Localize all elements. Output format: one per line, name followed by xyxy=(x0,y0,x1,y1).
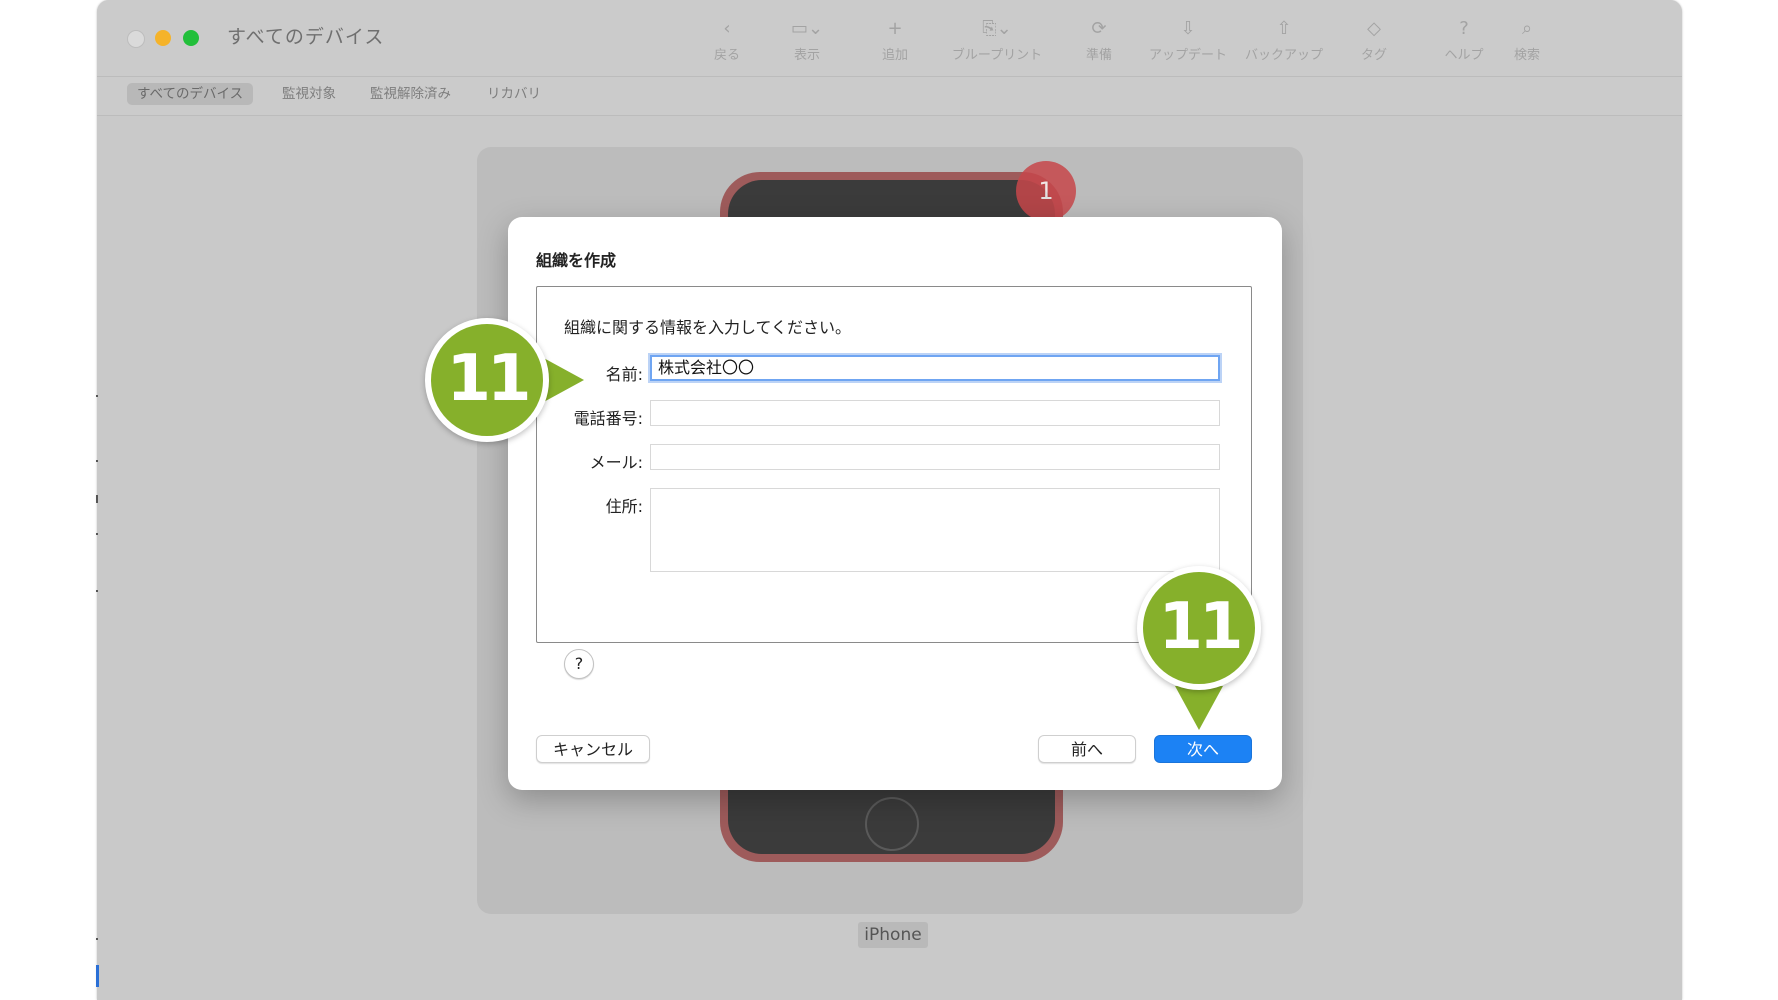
name-field[interactable]: 株式会社〇〇 xyxy=(650,355,1220,381)
window-title: すべてのデバイス xyxy=(227,26,385,48)
step-callout-name: 11 xyxy=(425,318,549,442)
tab-supervised[interactable]: 監視対象 xyxy=(272,83,346,105)
edge-mark xyxy=(96,495,98,503)
toolbar-add-button[interactable]: + 追加 xyxy=(873,16,917,63)
edge-mark xyxy=(96,533,98,535)
toolbar-blueprint-button[interactable]: ⎘⌄ ブループリント xyxy=(945,16,1049,63)
create-organization-dialog: 組織を作成 組織に関する情報を入力してください。 名前: 株式会社〇〇 電話番号… xyxy=(508,217,1282,790)
step-callout-next: 11 xyxy=(1137,566,1261,690)
edge-mark xyxy=(96,965,99,987)
zoom-window-button[interactable] xyxy=(183,30,199,46)
organization-form-panel: 組織に関する情報を入力してください。 名前: 株式会社〇〇 電話番号: メール:… xyxy=(536,286,1252,679)
dialog-title: 組織を作成 xyxy=(536,251,617,270)
title-bar: すべてのデバイス ‹ 戻る ▭⌄ 表示 + 追加 ⎘⌄ ブループリント ⟳ 準備… xyxy=(97,0,1682,76)
form-instruction: 組織に関する情報を入力してください。 xyxy=(564,318,852,337)
search-icon: ⌕ xyxy=(1521,18,1533,39)
toolbar-help-button[interactable]: ? ヘルプ xyxy=(1437,16,1491,63)
edge-mark xyxy=(96,395,98,397)
address-field[interactable] xyxy=(650,488,1220,572)
email-field[interactable] xyxy=(650,444,1220,470)
close-window-button[interactable] xyxy=(127,30,145,48)
toolbar-prepare-button[interactable]: ⟳ 準備 xyxy=(1077,16,1121,63)
toolbar-search-button[interactable]: ⌕ 検索 xyxy=(1505,16,1549,63)
toolbar-back-button[interactable]: ‹ 戻る xyxy=(705,16,749,63)
blueprint-icon: ⎘⌄ xyxy=(982,18,1012,39)
toolbar-view-button[interactable]: ▭⌄ 表示 xyxy=(777,16,837,63)
edge-mark xyxy=(96,938,98,940)
toolbar-backup-button[interactable]: ⇧ バックアップ xyxy=(1239,16,1329,63)
toolbar-update-button[interactable]: ⇩ アップデート xyxy=(1143,16,1233,63)
cancel-button[interactable]: キャンセル xyxy=(536,735,650,763)
address-label: 住所: xyxy=(605,497,643,516)
tab-unsupervised[interactable]: 監視解除済み xyxy=(360,83,461,105)
phone-field[interactable] xyxy=(650,400,1220,426)
update-icon: ⇩ xyxy=(1180,18,1196,39)
device-badge: 1 xyxy=(1016,161,1076,221)
tag-icon: ◇ xyxy=(1367,18,1381,39)
email-label: メール: xyxy=(589,453,643,472)
minimize-window-button[interactable] xyxy=(155,30,171,46)
toolbar-tag-button[interactable]: ◇ タグ xyxy=(1352,16,1396,63)
chevron-left-icon: ‹ xyxy=(723,18,731,39)
view-icon: ▭⌄ xyxy=(790,18,824,39)
home-button-graphic xyxy=(865,797,919,851)
device-name-label: iPhone xyxy=(858,922,928,948)
filter-tab-bar: すべてのデバイス 監視対象 監視解除済み リカバリ xyxy=(97,76,1682,116)
prepare-icon: ⟳ xyxy=(1091,18,1107,39)
help-button[interactable]: ? xyxy=(564,649,594,679)
callout-pointer xyxy=(1175,686,1223,730)
tab-all-devices[interactable]: すべてのデバイス xyxy=(127,83,254,105)
tab-recovery[interactable]: リカバリ xyxy=(477,83,551,105)
phone-label: 電話番号: xyxy=(573,409,643,428)
back-button[interactable]: 前へ xyxy=(1038,735,1136,763)
edge-mark xyxy=(96,460,98,462)
edge-mark xyxy=(96,590,98,592)
help-icon: ? xyxy=(1459,18,1469,39)
next-button[interactable]: 次へ xyxy=(1154,735,1252,763)
plus-icon: + xyxy=(887,18,903,39)
backup-icon: ⇧ xyxy=(1276,18,1292,39)
